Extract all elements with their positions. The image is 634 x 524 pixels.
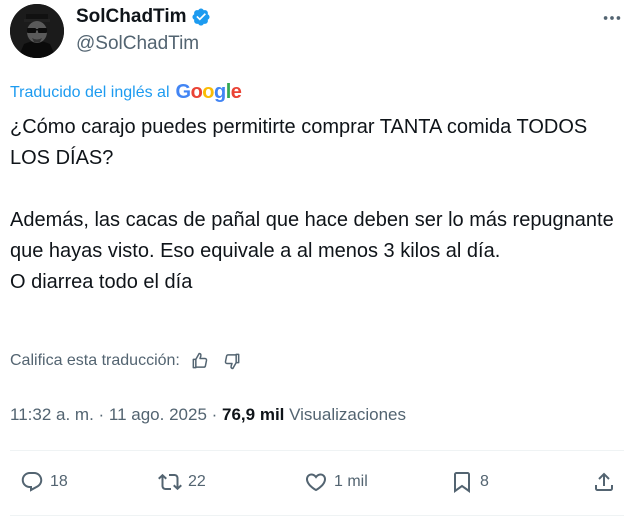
views-label: Visualizaciones bbox=[284, 405, 406, 424]
bookmark-icon bbox=[454, 472, 470, 493]
repost-icon bbox=[158, 473, 182, 491]
heart-icon bbox=[305, 473, 327, 492]
avatar-image bbox=[10, 4, 64, 58]
share-icon bbox=[595, 472, 613, 491]
tweet-paragraph-2: Además, las cacas de pañal que hace debe… bbox=[10, 209, 614, 262]
tweet-text: ¿Cómo carajo puedes permitirte comprar T… bbox=[10, 112, 620, 298]
reply-button[interactable]: 18 bbox=[20, 470, 68, 494]
google-logo-icon: Google bbox=[175, 81, 242, 103]
tweet-paragraph-3: O diarrea todo el día bbox=[10, 271, 193, 293]
tweet-time[interactable]: 11:32 a. m. bbox=[10, 405, 94, 424]
translation-notice[interactable]: Traducido del inglés al Google bbox=[10, 81, 242, 104]
share-button[interactable] bbox=[592, 470, 616, 494]
more-dots-icon bbox=[603, 16, 621, 20]
bookmark-count: 8 bbox=[480, 473, 489, 490]
meta-separator: · bbox=[93, 405, 109, 424]
avatar[interactable] bbox=[10, 4, 64, 58]
tweet-date[interactable]: 11 ago. 2025 bbox=[109, 405, 207, 424]
divider bbox=[10, 515, 624, 516]
tweet-meta: 11:32 a. m. · 11 ago. 2025 · 76,9 mil Vi… bbox=[10, 405, 406, 425]
reply-icon bbox=[21, 472, 43, 492]
rate-translation-row: Califica esta traducción: bbox=[10, 351, 242, 371]
reply-count: 18 bbox=[50, 473, 68, 490]
verified-badge-icon[interactable] bbox=[191, 7, 211, 27]
repost-button[interactable]: 22 bbox=[158, 470, 206, 494]
divider bbox=[10, 450, 624, 451]
translation-label: Traducido del inglés al bbox=[10, 83, 170, 101]
views-count: 76,9 mil bbox=[222, 405, 285, 424]
author-display-name[interactable]: SolChadTim bbox=[76, 6, 187, 28]
meta-separator: · bbox=[206, 405, 223, 424]
author-name-row: SolChadTim bbox=[76, 6, 211, 28]
thumbs-up-icon[interactable] bbox=[190, 351, 210, 371]
like-count: 1 mil bbox=[334, 473, 368, 490]
author-handle[interactable]: @SolChadTim bbox=[76, 33, 199, 55]
more-options-button[interactable] bbox=[600, 6, 624, 30]
bookmark-button[interactable]: 8 bbox=[450, 470, 489, 494]
like-button[interactable]: 1 mil bbox=[304, 470, 368, 494]
tweet-paragraph-1: ¿Cómo carajo puedes permitirte comprar T… bbox=[10, 116, 588, 169]
thumbs-down-icon[interactable] bbox=[222, 351, 242, 371]
action-bar: 18 22 1 mil 8 bbox=[10, 470, 624, 500]
repost-count: 22 bbox=[188, 473, 206, 490]
rate-translation-label: Califica esta traducción: bbox=[10, 352, 180, 369]
